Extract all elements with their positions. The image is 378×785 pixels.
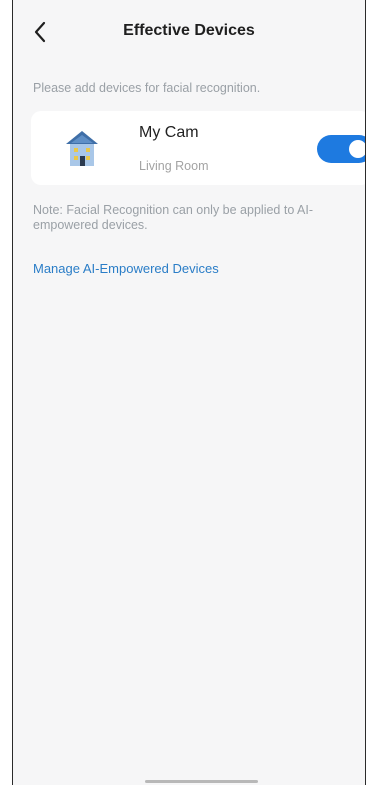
device-room: Living Room [139,159,209,173]
header-bar: Effective Devices [13,0,365,68]
house-icon [66,131,98,166]
device-card-my-cam: My Cam Living Room [31,111,365,185]
effective-devices-screen: Effective Devices Please add devices for… [13,0,365,785]
note-text: Note: Facial Recognition can only be app… [33,203,314,232]
toggle-knob [349,140,365,158]
home-indicator [145,780,258,783]
device-name: My Cam [139,124,199,141]
page-title: Effective Devices [123,22,255,39]
manage-ai-devices-link[interactable]: Manage AI-Empowered Devices [33,261,219,276]
screen-right-border [365,0,366,785]
device-enable-toggle[interactable] [317,135,365,163]
hint-text: Please add devices for facial recognitio… [33,81,261,95]
